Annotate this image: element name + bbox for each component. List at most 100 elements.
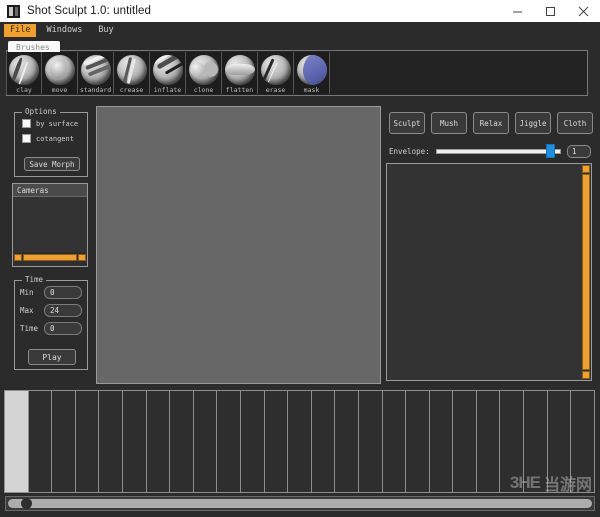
timeline-cell[interactable] — [287, 390, 312, 493]
timeline[interactable] — [4, 390, 595, 493]
timeline-cell[interactable] — [475, 390, 501, 493]
options-group: Options by surface cotangent Save Morph — [14, 107, 88, 177]
timeline-cell[interactable] — [452, 390, 477, 493]
mode-button-jiggle[interactable]: Jiggle — [515, 112, 551, 134]
brush-crease[interactable]: crease — [114, 52, 150, 94]
timeline-scrollbar[interactable] — [5, 496, 595, 511]
brush-label: clay — [16, 86, 32, 94]
brush-move[interactable]: move — [42, 52, 78, 94]
time-current-input[interactable]: 0 — [44, 322, 82, 335]
checkbox-box-icon[interactable] — [22, 119, 31, 128]
timeline-cell[interactable] — [546, 390, 572, 493]
timeline-cell[interactable] — [523, 390, 548, 493]
timeline-cell[interactable] — [239, 390, 265, 493]
maximize-icon[interactable] — [534, 0, 567, 22]
flatten-brush-icon — [224, 55, 255, 85]
scroll-thumb[interactable] — [582, 174, 590, 370]
brush-label: clone — [193, 86, 214, 94]
timeline-cell[interactable] — [570, 390, 595, 493]
brush-inflate[interactable]: inflate — [150, 52, 186, 94]
timeline-cell[interactable] — [74, 390, 100, 493]
application-window: Shot Sculpt 1.0: untitled File Windows B… — [0, 0, 600, 517]
window-controls — [501, 0, 600, 22]
timeline-cell[interactable] — [428, 390, 454, 493]
timeline-cell[interactable] — [334, 390, 359, 493]
scroll-up-arrow-icon[interactable] — [582, 165, 590, 173]
timeline-cell[interactable] — [357, 390, 383, 493]
timeline-cell[interactable] — [381, 390, 407, 493]
brush-erase[interactable]: erase — [258, 52, 294, 94]
timeline-cell[interactable] — [263, 390, 289, 493]
timeline-cell[interactable] — [27, 390, 53, 493]
app-icon — [7, 4, 20, 18]
time-max-input[interactable]: 24 — [44, 304, 82, 317]
brush-clay[interactable]: clay — [6, 52, 42, 94]
save-morph-button[interactable]: Save Morph — [24, 157, 80, 171]
mode-button-mush[interactable]: Mush — [431, 112, 467, 134]
layer-vertical-scrollbar[interactable] — [582, 165, 590, 379]
menu-item-buy[interactable]: Buy — [92, 24, 119, 37]
brush-clone[interactable]: clone — [186, 52, 222, 94]
time-min-row: Min 0 — [20, 286, 87, 299]
erase-brush-icon — [260, 55, 291, 85]
mode-button-relax[interactable]: Relax — [473, 112, 509, 134]
brush-label: inflate — [153, 86, 182, 94]
brush-label: flatten — [225, 86, 254, 94]
timeline-cell[interactable] — [192, 390, 218, 493]
envelope-value-input[interactable]: 1 — [567, 144, 591, 158]
brush-label: erase — [265, 86, 286, 94]
3d-viewport[interactable] — [96, 106, 381, 384]
brush-label: mask — [303, 86, 320, 94]
scroll-thumb[interactable] — [23, 253, 77, 261]
time-min-input[interactable]: 0 — [44, 286, 82, 299]
scroll-down-arrow-icon[interactable] — [582, 371, 590, 379]
timeline-cell[interactable] — [216, 390, 241, 493]
timeline-cell[interactable] — [310, 390, 336, 493]
checkbox-by-surface[interactable]: by surface — [22, 119, 87, 128]
time-group: Time Min 0 Max 24 Time 0 Play — [14, 275, 88, 370]
timeline-cell[interactable] — [98, 390, 123, 493]
layer-panel[interactable] — [386, 163, 592, 381]
cameras-horizontal-scrollbar[interactable] — [14, 253, 86, 261]
brush-standard[interactable]: standard — [78, 52, 114, 94]
brush-label: standard — [79, 86, 112, 94]
cameras-list[interactable] — [13, 197, 87, 252]
timeline-cell[interactable] — [169, 390, 194, 493]
timeline-cell[interactable] — [499, 390, 525, 493]
scroll-left-arrow-icon[interactable] — [14, 253, 22, 261]
move-brush-icon — [44, 55, 75, 85]
brush-strip: clay move standard crease inflate clone … — [6, 52, 330, 94]
time-current-row: Time 0 — [20, 322, 87, 335]
title-bar: Shot Sculpt 1.0: untitled — [0, 0, 600, 22]
standard-brush-icon — [80, 55, 111, 85]
mode-button-cloth[interactable]: Cloth — [557, 112, 593, 134]
menu-item-file[interactable]: File — [4, 23, 37, 37]
timeline-scroll-knob[interactable] — [20, 498, 32, 509]
close-icon[interactable] — [567, 0, 600, 22]
minimize-icon[interactable] — [501, 0, 534, 22]
timeline-cell[interactable] — [145, 390, 171, 493]
timeline-cell[interactable] — [405, 390, 430, 493]
checkbox-box-icon[interactable] — [22, 134, 31, 143]
timeline-cell[interactable] — [51, 390, 76, 493]
mode-button-sculpt[interactable]: Sculpt — [389, 112, 425, 134]
envelope-slider[interactable] — [435, 144, 561, 158]
envelope-slider-track — [435, 148, 561, 154]
timeline-scroll-track[interactable] — [8, 499, 592, 508]
timeline-cell[interactable] — [4, 390, 29, 493]
time-min-label: Min — [20, 288, 34, 297]
options-group-title: Options — [22, 107, 60, 116]
checkbox-cotangent[interactable]: cotangent — [22, 134, 87, 143]
brush-mask[interactable]: mask — [294, 52, 330, 94]
mode-button-row: Sculpt Mush Relax Jiggle Cloth — [389, 112, 593, 134]
envelope-slider-handle[interactable] — [545, 144, 555, 158]
menu-bar: File Windows Buy — [0, 22, 600, 38]
scroll-right-arrow-icon[interactable] — [78, 253, 86, 261]
brush-flatten[interactable]: flatten — [222, 52, 258, 94]
play-button[interactable]: Play — [28, 349, 76, 365]
timeline-cell[interactable] — [121, 390, 147, 493]
checkbox-label: cotangent — [36, 134, 74, 143]
time-max-label: Max — [20, 306, 34, 315]
time-current-label: Time — [20, 324, 39, 333]
menu-item-windows[interactable]: Windows — [40, 24, 88, 37]
